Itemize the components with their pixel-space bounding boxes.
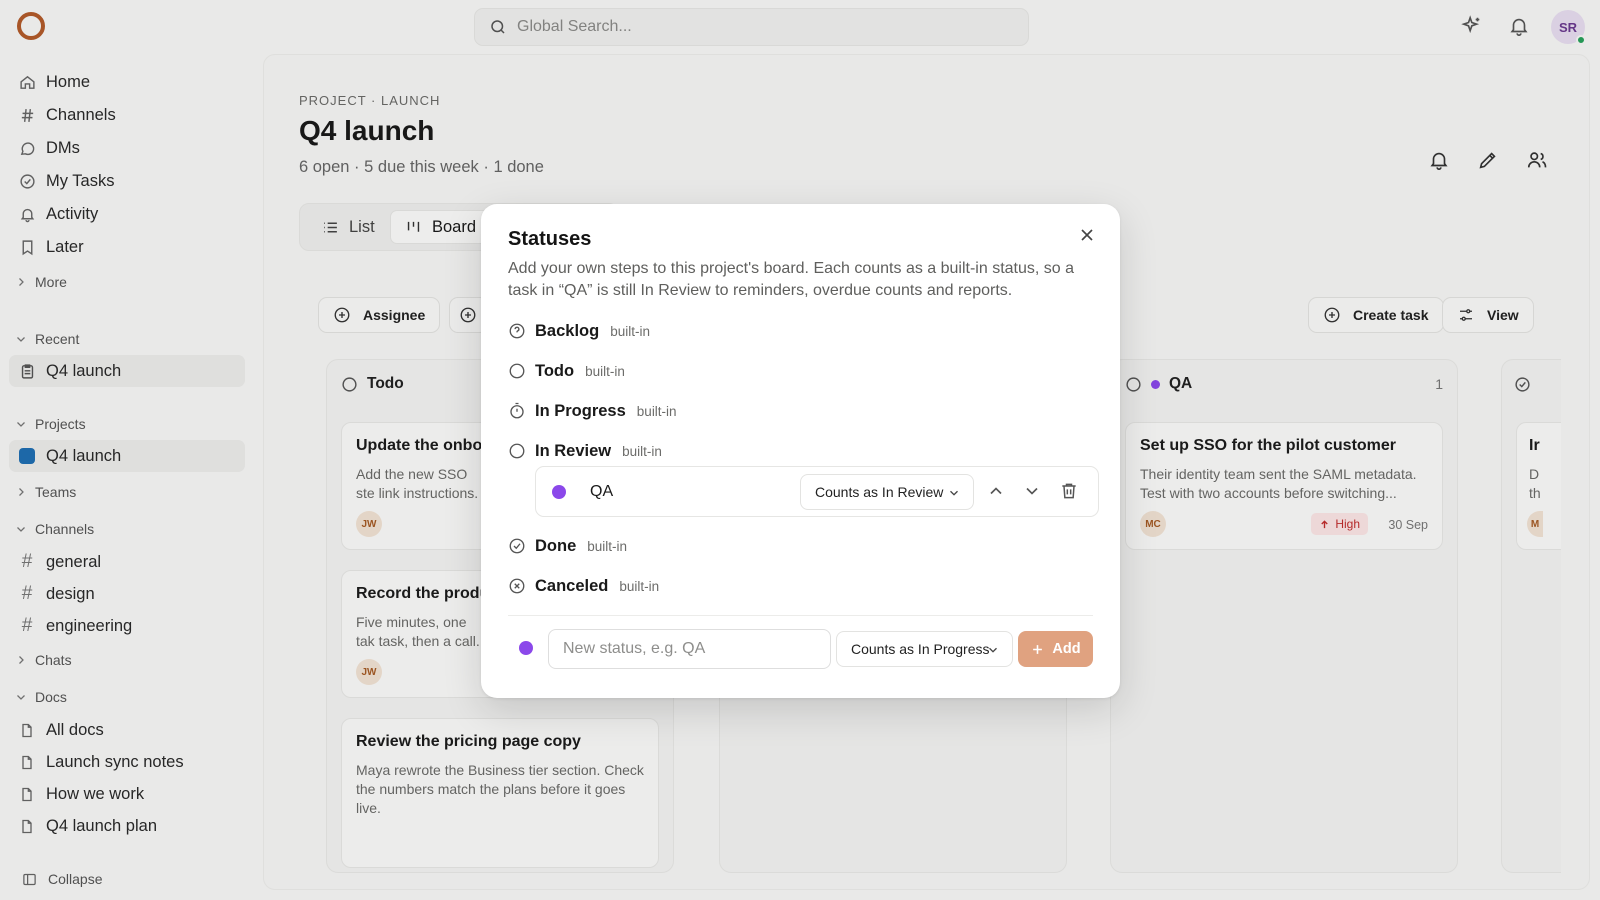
status-row-in-review: In Review built-in: [508, 438, 662, 464]
new-status-counts-as-select[interactable]: Counts as In Progress: [836, 631, 1013, 667]
move-down-button[interactable]: [1022, 481, 1044, 503]
timer-icon: [510, 402, 524, 419]
status-row-done: Done built-in: [508, 533, 627, 559]
builtin-badge: built-in: [636, 403, 677, 419]
status-name: Todo: [535, 361, 575, 380]
status-row-canceled: Canceled built-in: [508, 573, 659, 599]
check-circle-icon: [509, 538, 525, 554]
new-status-color-picker[interactable]: [519, 641, 533, 655]
chevron-down-icon: [989, 647, 997, 653]
chevron-down-icon: [1026, 487, 1038, 495]
close-icon[interactable]: [1077, 225, 1099, 247]
statuses-dialog: Statuses Add your own steps to this proj…: [481, 204, 1120, 698]
status-name: Done: [535, 536, 577, 555]
status-name: Canceled: [535, 576, 609, 595]
trash-icon: [1062, 483, 1076, 499]
chevron-up-icon: [990, 487, 1002, 495]
add-label: Add: [1052, 641, 1081, 657]
delete-status-button[interactable]: [1059, 481, 1081, 503]
builtin-badge: built-in: [587, 538, 628, 554]
custom-status-row: QA Counts as In Review: [535, 466, 1099, 517]
counts-as-select[interactable]: Counts as In Review: [800, 474, 974, 510]
status-row-todo: Todo built-in: [508, 358, 625, 384]
status-name: In Review: [535, 441, 612, 460]
status-row-in-progress: In Progress built-in: [508, 398, 677, 424]
counts-as-value: Counts as In Review: [815, 484, 944, 500]
status-row-backlog: Backlog built-in: [508, 318, 650, 344]
status-color-picker[interactable]: [552, 485, 566, 499]
dialog-description: Add your own steps to this project's boa…: [508, 260, 1075, 299]
new-status-input[interactable]: [548, 629, 831, 669]
help-circle-icon: [509, 323, 525, 339]
custom-status-name[interactable]: QA: [590, 483, 613, 501]
builtin-badge: built-in: [619, 578, 660, 594]
divider: [508, 615, 1093, 616]
builtin-badge: built-in: [585, 363, 625, 379]
move-up-button[interactable]: [986, 481, 1008, 503]
builtin-badge: built-in: [610, 323, 650, 339]
chevron-down-icon: [950, 490, 958, 496]
plus-icon: [1033, 644, 1043, 654]
dots-circle-icon: [509, 443, 525, 459]
builtin-badge: built-in: [622, 443, 662, 459]
x-circle-icon: [509, 578, 525, 594]
status-name: Backlog: [535, 321, 600, 340]
add-status-button[interactable]: Add: [1018, 631, 1093, 667]
counts-as-value: Counts as In Progress: [851, 641, 990, 657]
circle-icon: [509, 363, 525, 379]
dialog-title: Statuses: [508, 228, 592, 250]
status-name: In Progress: [535, 401, 626, 420]
